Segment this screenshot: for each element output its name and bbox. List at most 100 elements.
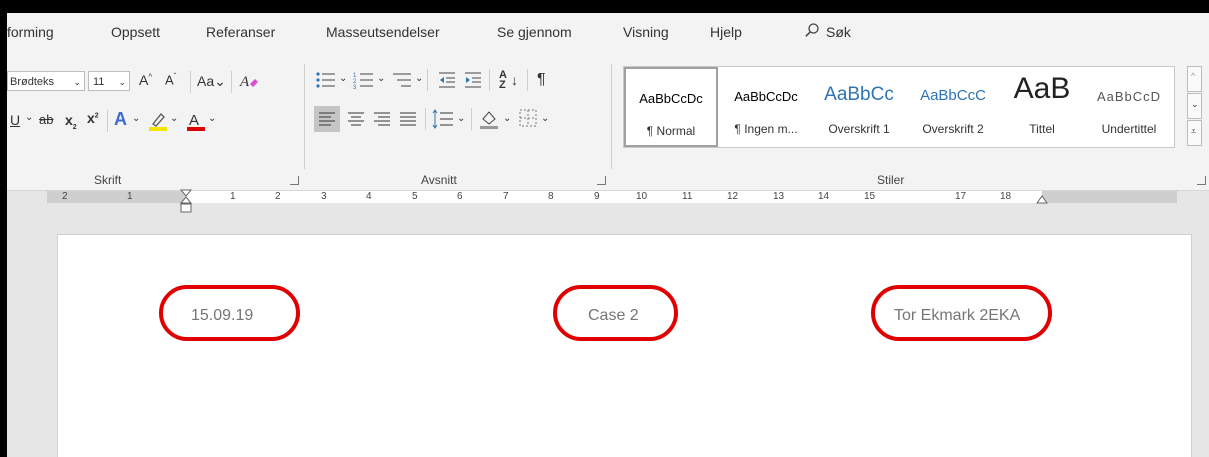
chevron-down-icon[interactable]: ⌄ bbox=[208, 113, 216, 124]
chevron-down-icon[interactable]: ⌄ bbox=[25, 112, 33, 123]
style-name: Overskrift 2 bbox=[922, 122, 984, 136]
ruler-number: 13 bbox=[773, 191, 785, 202]
chevron-down-icon[interactable]: ⌄ bbox=[170, 113, 178, 124]
ruler-number: 4 bbox=[366, 191, 372, 202]
horizontal-ruler[interactable]: 2 1 1 2 3 4 5 6 7 8 9 10 11 12 13 14 15 17 18 bbox=[7, 189, 1209, 213]
clear-formatting-icon[interactable]: A bbox=[239, 72, 259, 90]
change-case-icon[interactable]: Aa⌄ bbox=[197, 73, 226, 90]
chevron-down-icon[interactable]: ⌄ bbox=[457, 113, 465, 124]
divider bbox=[231, 71, 232, 93]
styles-scroll-down-button[interactable]: ⌄ bbox=[1187, 93, 1202, 119]
ruler-number: 17 bbox=[955, 191, 967, 202]
divider bbox=[427, 69, 428, 91]
tab-visning[interactable]: Visning bbox=[623, 24, 669, 40]
ruler-number: 11 bbox=[682, 191, 693, 202]
paragraph-group-label: Avsnitt bbox=[421, 173, 457, 187]
chevron-down-icon[interactable]: ⌄ bbox=[541, 113, 549, 124]
chevron-down-icon[interactable]: ⌄ bbox=[415, 73, 423, 84]
search-icon[interactable] bbox=[804, 22, 820, 38]
ruler-right-margin bbox=[1042, 191, 1177, 203]
font-size-dropdown[interactable]: 11 ⌄ bbox=[88, 71, 130, 91]
ruler-number: 5 bbox=[412, 191, 418, 202]
grow-font-icon[interactable]: A^ bbox=[139, 72, 152, 88]
superscript-icon[interactable]: x2 bbox=[87, 110, 99, 126]
align-right-icon[interactable] bbox=[369, 106, 395, 132]
multilevel-list-icon[interactable] bbox=[391, 70, 413, 90]
ruler-number: 1 bbox=[230, 191, 236, 202]
styles-scroll-up-button[interactable]: ^ bbox=[1187, 66, 1202, 92]
right-indent-marker-icon[interactable] bbox=[1036, 195, 1048, 205]
decrease-indent-icon[interactable] bbox=[437, 70, 457, 90]
group-separator bbox=[304, 64, 305, 169]
text-effects-icon[interactable]: A bbox=[114, 109, 127, 130]
ruler-number: 8 bbox=[548, 191, 554, 202]
style-name: ¶ Normal bbox=[646, 124, 696, 138]
line-spacing-icon[interactable] bbox=[431, 107, 455, 131]
style-overskrift-2[interactable]: AaBbCcC Overskrift 2 bbox=[906, 67, 1000, 147]
svg-text:A: A bbox=[189, 112, 199, 129]
tab-se-gjennom[interactable]: Se gjennom bbox=[497, 24, 572, 40]
sort-icon[interactable]: AZ bbox=[499, 70, 507, 91]
highlight-color-icon[interactable] bbox=[147, 110, 169, 132]
font-dialog-launcher-icon[interactable] bbox=[290, 176, 299, 185]
ribbon-tab-bar: forming Oppsett Referanser Masseutsendel… bbox=[7, 13, 1209, 50]
styles-gallery: AaBbCcDc ¶ Normal AaBbCcDc ¶ Ingen m... … bbox=[623, 66, 1175, 148]
font-size-value: 11 bbox=[93, 76, 105, 88]
strikethrough-icon[interactable]: ab bbox=[39, 112, 53, 127]
shrink-font-icon[interactable]: Aˇ bbox=[165, 72, 176, 87]
style-ingen-mellomrom[interactable]: AaBbCcDc ¶ Ingen m... bbox=[720, 67, 812, 147]
increase-indent-icon[interactable] bbox=[463, 70, 483, 90]
font-name-value: Brødteks bbox=[10, 76, 55, 88]
sort-arrow-icon[interactable]: ↓ bbox=[511, 72, 518, 88]
ruler-number: 2 bbox=[62, 191, 68, 202]
tab-oppsett[interactable]: Oppsett bbox=[111, 24, 160, 40]
font-group-label: Skrift bbox=[94, 173, 122, 187]
divider bbox=[471, 108, 472, 130]
underline-icon[interactable]: U bbox=[10, 112, 20, 128]
ruler-number: 15 bbox=[864, 191, 876, 202]
numbering-icon[interactable]: 123 bbox=[353, 70, 375, 90]
style-normal[interactable]: AaBbCcDc ¶ Normal bbox=[624, 67, 718, 147]
style-overskrift-1[interactable]: AaBbCc Overskrift 1 bbox=[812, 67, 906, 147]
search-label[interactable]: Søk bbox=[826, 24, 851, 40]
style-name: Overskrift 1 bbox=[828, 122, 890, 136]
chevron-down-icon[interactable]: ⌄ bbox=[132, 113, 140, 124]
show-formatting-marks-icon[interactable]: ¶ bbox=[537, 71, 546, 89]
paragraph-dialog-launcher-icon[interactable] bbox=[597, 176, 606, 185]
bullets-icon[interactable] bbox=[315, 70, 337, 90]
tab-masseutsendelser[interactable]: Masseutsendelser bbox=[326, 24, 440, 40]
styles-dialog-launcher-icon[interactable] bbox=[1197, 176, 1206, 185]
style-undertittel[interactable]: AaBbCcD Undertittel bbox=[1084, 67, 1174, 147]
chevron-down-icon: ⌄ bbox=[1191, 99, 1199, 109]
document-page[interactable]: 15.09.19 Case 2 Tor Ekmark 2EKA bbox=[57, 234, 1192, 457]
style-sample: AaBbCcDc bbox=[639, 91, 703, 106]
chevron-down-icon[interactable]: ⌄ bbox=[377, 73, 385, 84]
tab-referanser[interactable]: Referanser bbox=[206, 24, 275, 40]
align-left-button[interactable] bbox=[314, 106, 340, 132]
subscript-icon[interactable]: x2 bbox=[65, 112, 77, 131]
font-name-dropdown[interactable]: Brødteks ⌄ bbox=[7, 71, 85, 91]
divider bbox=[527, 69, 528, 91]
chevron-down-icon[interactable]: ⌄ bbox=[339, 73, 347, 84]
ruler-number: 6 bbox=[457, 191, 463, 202]
chevron-down-icon: ⌄ bbox=[73, 77, 81, 87]
style-tittel[interactable]: AaB Tittel bbox=[1000, 67, 1084, 147]
style-sample: AaB bbox=[1013, 72, 1071, 105]
justify-icon[interactable] bbox=[395, 106, 421, 132]
chevron-down-icon[interactable]: ⌄ bbox=[503, 113, 511, 124]
align-center-icon[interactable] bbox=[343, 106, 369, 132]
ruler-number: 1 bbox=[127, 191, 133, 202]
word-window: forming Oppsett Referanser Masseutsendel… bbox=[7, 13, 1209, 457]
ruler-number: 9 bbox=[594, 191, 600, 202]
shading-icon[interactable] bbox=[477, 107, 501, 131]
font-color-icon[interactable]: A bbox=[185, 110, 207, 132]
more-icon: ⩡ bbox=[1191, 126, 1197, 136]
borders-icon[interactable] bbox=[517, 107, 539, 129]
styles-more-button[interactable]: ⩡ bbox=[1187, 120, 1202, 146]
indent-marker-icon[interactable] bbox=[179, 189, 193, 217]
tab-hjelp[interactable]: Hjelp bbox=[710, 24, 742, 40]
ruler-number: 18 bbox=[1000, 191, 1012, 202]
align-left-icon bbox=[319, 112, 335, 126]
tab-formatering[interactable]: forming bbox=[7, 24, 54, 40]
style-sample: AaBbCcD bbox=[1096, 89, 1162, 104]
